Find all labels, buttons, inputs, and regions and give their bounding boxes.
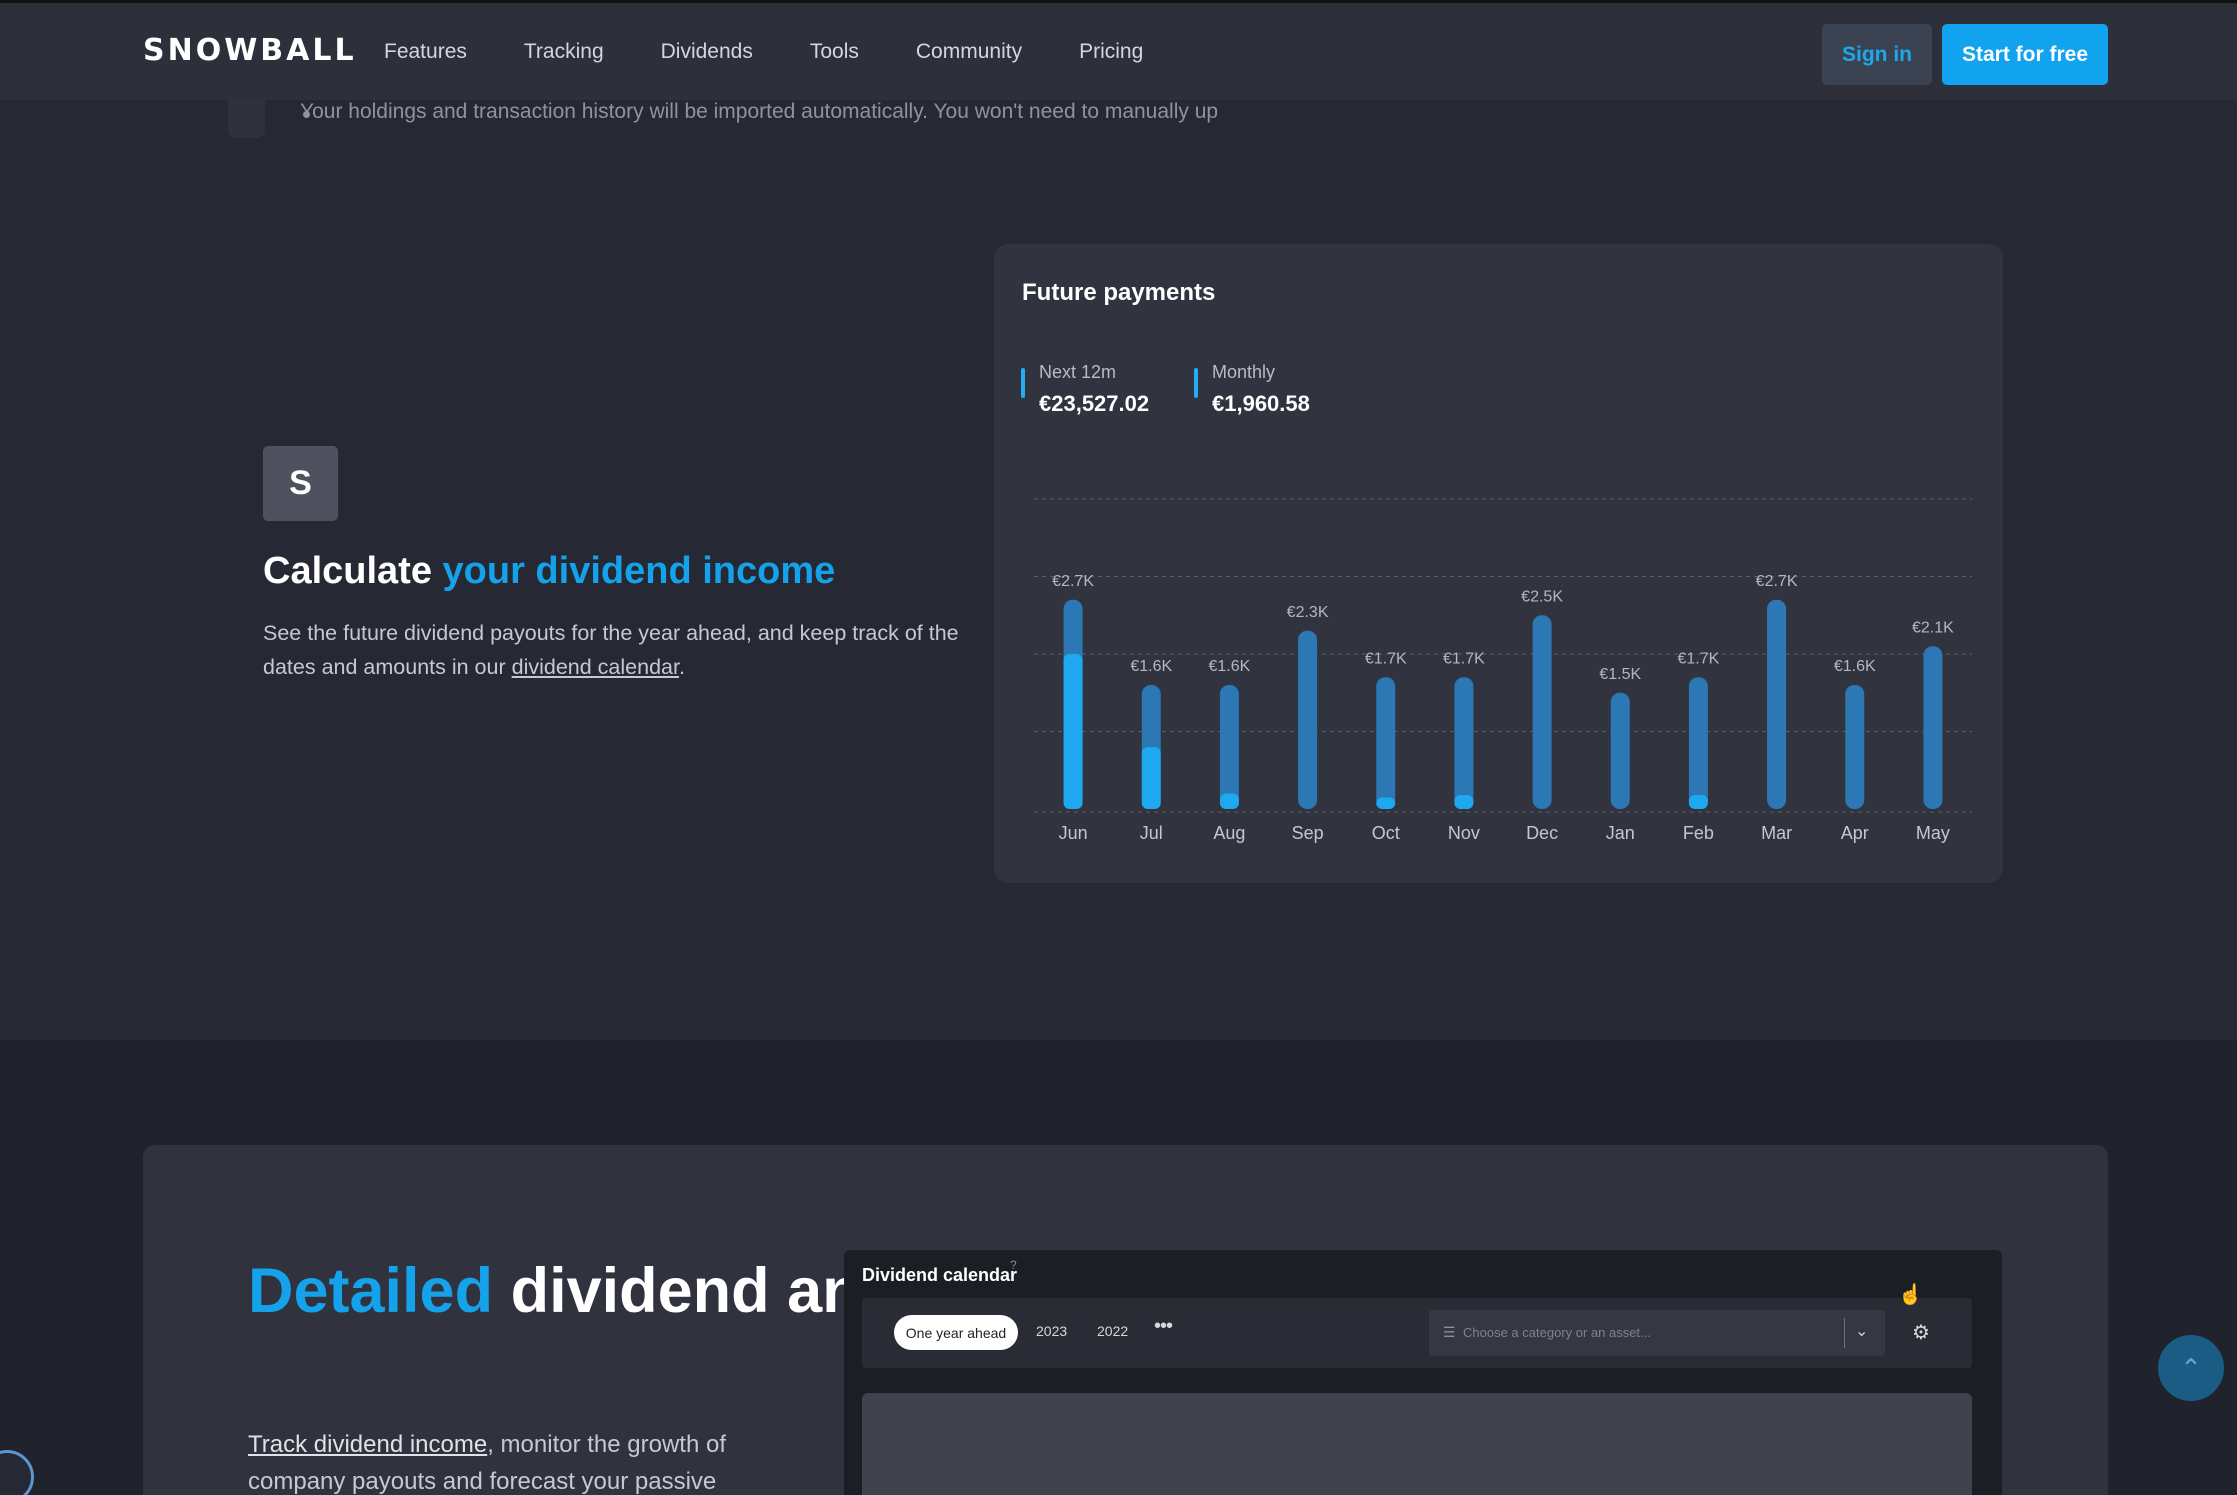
- data-label-jul: €1.6K: [1130, 658, 1172, 675]
- tick-label-aug: Aug: [1213, 823, 1245, 843]
- gear-icon[interactable]: ⚙: [1912, 1320, 1930, 1345]
- tick-label-feb: Feb: [1683, 823, 1714, 843]
- calendar-content: [862, 1393, 1972, 1495]
- tick-label-jan: Jan: [1606, 823, 1635, 843]
- data-label-oct: €1.7K: [1365, 650, 1407, 667]
- nav-menu: Features Tracking Dividends Tools Commun…: [384, 40, 1200, 64]
- data-label-mar: €2.7K: [1756, 573, 1798, 590]
- tick-label-may: May: [1916, 823, 1950, 843]
- bar-sep[interactable]: [1298, 630, 1318, 809]
- calculate-heading-plain: Calculate: [263, 550, 443, 592]
- previous-section-tab: [228, 100, 265, 138]
- bar-feb[interactable]: [1688, 677, 1708, 809]
- tick-label-dec: Dec: [1526, 823, 1558, 843]
- previous-bullet-text: Your holdings and transaction history wi…: [300, 100, 1219, 123]
- calculate-heading: Calculate your dividend income: [263, 550, 835, 593]
- select-divider: [1844, 1318, 1845, 1348]
- bar-nov[interactable]: [1454, 677, 1474, 809]
- nav-item-dividends[interactable]: Dividends: [661, 40, 753, 64]
- nav-item-tools[interactable]: Tools: [810, 40, 859, 64]
- tick-label-mar: Mar: [1761, 823, 1792, 843]
- start-for-free-button[interactable]: Start for free: [1942, 24, 2108, 85]
- section-icon-s: S: [263, 446, 338, 521]
- dividend-calendar-title: Dividend calendar: [862, 1265, 1018, 1285]
- tab-2022[interactable]: 2022: [1097, 1323, 1128, 1339]
- calculate-heading-accent: your dividend income: [442, 550, 836, 592]
- tick-label-nov: Nov: [1448, 823, 1480, 843]
- chevron-down-icon[interactable]: ⌄: [1855, 1321, 1868, 1341]
- bar-paid-nov: [1454, 795, 1474, 809]
- bar-mar[interactable]: [1767, 599, 1787, 809]
- bar-dec[interactable]: [1532, 615, 1552, 809]
- data-label-apr: €1.6K: [1834, 658, 1876, 675]
- future-payments-chart: €2.7K Jun €1.6K Jul €1.6K Aug €2.3K Sep €1.7K Oct…: [1034, 498, 1972, 843]
- bar-paid-feb: [1688, 795, 1708, 809]
- bar-paid-oct: [1376, 797, 1396, 809]
- nav-item-features[interactable]: Features: [384, 40, 467, 64]
- calculate-body-end: .: [678, 655, 685, 679]
- tick-label-oct: Oct: [1372, 823, 1400, 843]
- detailed-heading-accent: Detailed: [248, 1256, 494, 1326]
- sign-in-button[interactable]: Sign in: [1822, 24, 1932, 85]
- filter-icon: ☰: [1443, 1324, 1456, 1340]
- data-label-dec: €2.5K: [1521, 588, 1563, 605]
- bar-jan[interactable]: [1610, 692, 1630, 809]
- top-navigation: SNOWBALL Features Tracking Dividends Too…: [0, 3, 2237, 100]
- data-label-jun: €2.7K: [1052, 573, 1094, 590]
- logo[interactable]: SNOWBALL: [143, 33, 357, 68]
- data-label-may: €2.1K: [1912, 619, 1954, 636]
- tick-label-jun: Jun: [1059, 823, 1088, 843]
- scroll-to-top-button[interactable]: ⌃: [2158, 1335, 2224, 1401]
- data-label-jan: €1.5K: [1599, 666, 1641, 683]
- data-label-aug: €1.6K: [1209, 658, 1251, 675]
- nav-item-pricing[interactable]: Pricing: [1079, 40, 1143, 64]
- tick-label-sep: Sep: [1292, 823, 1324, 843]
- detailed-description: Track dividend income, monitor the growt…: [248, 1426, 808, 1495]
- data-label-nov: €1.7K: [1443, 650, 1485, 667]
- bar-may[interactable]: [1923, 646, 1943, 809]
- bar-paid-jul: [1141, 747, 1161, 809]
- bar-oct[interactable]: [1376, 677, 1396, 809]
- future-payments-card: Future payments Next 12m €23,527.02 Mont…: [994, 244, 2003, 883]
- bar-apr[interactable]: [1845, 685, 1865, 809]
- bar-aug[interactable]: [1219, 685, 1239, 809]
- more-options-icon[interactable]: •••: [1154, 1315, 1173, 1338]
- category-asset-select[interactable]: ☰ Choose a category or an asset... ⌄: [1429, 1310, 1885, 1356]
- data-label-feb: €1.7K: [1678, 650, 1720, 667]
- calendar-toolbar: One year ahead 2023 2022 ••• ☰ Choose a …: [862, 1298, 1972, 1368]
- mouse-cursor-icon: ☝: [1898, 1284, 1923, 1306]
- tick-label-jul: Jul: [1140, 823, 1163, 843]
- tab-2023[interactable]: 2023: [1036, 1323, 1067, 1339]
- nav-item-tracking[interactable]: Tracking: [524, 40, 604, 64]
- select-placeholder: Choose a category or an asset...: [1463, 1325, 1651, 1340]
- dividend-calendar-widget: Dividend calendar ? One year ahead 2023 …: [844, 1250, 2002, 1495]
- calculate-description: See the future dividend payouts for the …: [263, 616, 983, 684]
- bar-paid-aug: [1219, 793, 1239, 809]
- arrow-up-icon: ⌃: [2180, 1352, 2202, 1383]
- bar-paid-jun: [1063, 654, 1083, 809]
- tick-label-apr: Apr: [1841, 823, 1869, 843]
- nav-item-community[interactable]: Community: [916, 40, 1022, 64]
- help-icon[interactable]: ?: [1010, 1258, 1017, 1272]
- tab-one-year-ahead[interactable]: One year ahead: [894, 1315, 1018, 1350]
- track-dividend-income-link[interactable]: Track dividend income: [248, 1431, 487, 1458]
- dividend-calendar-link[interactable]: dividend calendar: [512, 655, 679, 679]
- data-label-sep: €2.3K: [1287, 604, 1329, 621]
